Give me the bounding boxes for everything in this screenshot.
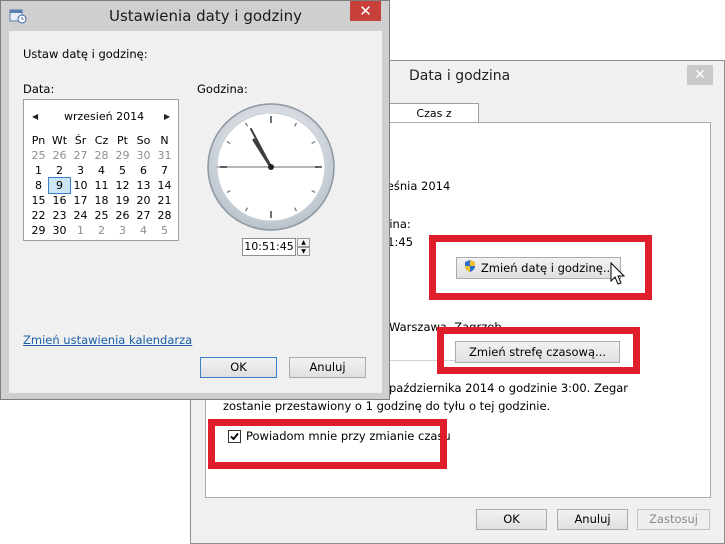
calendar: ◀ wrzesień 2014 ▶ Pn Wt Śr Cz Pt So N 25 26 27 28…: [23, 99, 179, 241]
highlight-notify: [208, 419, 447, 469]
calendar-day[interactable]: 1: [70, 223, 91, 238]
calendar-day[interactable]: 10: [70, 178, 91, 193]
time-input[interactable]: 10:51:45: [242, 238, 296, 256]
cancel-button[interactable]: Anuluj: [557, 509, 628, 530]
calendar-day[interactable]: 2: [49, 163, 70, 178]
weekday-label: Wt: [51, 134, 68, 147]
calendar-week-row: 8 9 10 11 12 13 14: [28, 177, 175, 194]
change-calendar-settings-link[interactable]: Zmień ustawienia kalendarza: [23, 333, 192, 347]
close-button[interactable]: ✕: [687, 65, 713, 85]
mouse-cursor-icon: [610, 262, 626, 285]
weekday-label: Śr: [74, 134, 87, 147]
calendar-day[interactable]: 26: [49, 148, 70, 163]
calendar-day[interactable]: 30: [49, 223, 70, 238]
calendar-next-button[interactable]: ▶: [164, 112, 170, 121]
time-label: Godzina:: [197, 82, 248, 96]
calendar-day[interactable]: 3: [112, 223, 133, 238]
calendar-day[interactable]: 27: [70, 148, 91, 163]
calendar-week-row: 15 16 17 18 19 20 21: [28, 193, 175, 208]
cancel-button[interactable]: Anuluj: [289, 357, 366, 378]
dialog-body: Ustaw datę i godzinę: Data: Godzina: ◀ w…: [9, 31, 382, 393]
weekday-label: Cz: [94, 134, 109, 147]
calendar-day[interactable]: 5: [154, 223, 175, 238]
highlight-change-timezone: [437, 327, 640, 374]
weekday-label: Pn: [31, 134, 46, 147]
calendar-day[interactable]: 24: [70, 208, 91, 223]
close-button[interactable]: ✕: [350, 1, 381, 21]
analog-clock: [207, 103, 335, 231]
calendar-day[interactable]: 29: [112, 148, 133, 163]
calendar-day[interactable]: 6: [133, 163, 154, 178]
ok-button[interactable]: OK: [200, 357, 277, 378]
calendar-day[interactable]: 22: [28, 208, 49, 223]
calendar-day[interactable]: 8: [28, 178, 49, 193]
apply-button[interactable]: Zastosuj: [637, 509, 710, 530]
calendar-day[interactable]: 25: [91, 208, 112, 223]
calendar-day[interactable]: 1: [28, 163, 49, 178]
instruction-text: Ustaw datę i godzinę:: [23, 47, 148, 61]
calendar-day[interactable]: 31: [154, 148, 175, 163]
calendar-day[interactable]: 17: [70, 193, 91, 208]
calendar-day[interactable]: 25: [28, 148, 49, 163]
calendar-day[interactable]: 28: [91, 148, 112, 163]
calendar-weekday-header: Pn Wt Śr Cz Pt So N: [28, 133, 175, 148]
calendar-day[interactable]: 30: [133, 148, 154, 163]
calendar-day[interactable]: 18: [91, 193, 112, 208]
dst-info-line2: zostanie przestawiony o 1 godzinę do tył…: [223, 399, 551, 413]
calendar-week-row: 25 26 27 28 29 30 31: [28, 148, 175, 163]
calendar-day[interactable]: 29: [28, 223, 49, 238]
calendar-week-row: 1234567: [28, 163, 175, 178]
calendar-week-row: 22 23 24 25 26 27 28: [28, 208, 175, 223]
ok-button[interactable]: OK: [476, 509, 547, 530]
calendar-day[interactable]: 3: [70, 163, 91, 178]
calendar-day[interactable]: 5: [112, 163, 133, 178]
calendar-day[interactable]: 27: [133, 208, 154, 223]
date-label: Data:: [23, 82, 55, 96]
calendar-day[interactable]: 9: [48, 177, 71, 194]
calendar-day[interactable]: 23: [49, 208, 70, 223]
calendar-day[interactable]: 26: [112, 208, 133, 223]
calendar-day[interactable]: 20: [133, 193, 154, 208]
calendar-day[interactable]: 2: [91, 223, 112, 238]
time-down-arrow-icon[interactable]: ▼: [297, 247, 310, 256]
time-up-arrow-icon[interactable]: ▲: [297, 238, 310, 247]
calendar-day[interactable]: 4: [91, 163, 112, 178]
dst-info-line1: października 2014 o godzinie 3:00. Zegar: [389, 381, 629, 395]
calendar-day[interactable]: 7: [154, 163, 175, 178]
calendar-day[interactable]: 4: [133, 223, 154, 238]
calendar-day[interactable]: 16: [49, 193, 70, 208]
weekday-label: So: [136, 134, 151, 147]
calendar-day[interactable]: 14: [154, 178, 175, 193]
calendar-prev-button[interactable]: ◀: [32, 112, 38, 121]
calendar-day[interactable]: 19: [112, 193, 133, 208]
tab-internet-time[interactable]: Czas z Internetu: [389, 103, 479, 139]
window-title: Ustawienia daty i godziny: [109, 7, 302, 25]
calendar-day[interactable]: 11: [91, 178, 112, 193]
calendar-month-title[interactable]: wrzesień 2014: [64, 110, 144, 123]
calendar-day[interactable]: 28: [154, 208, 175, 223]
calendar-days: 25 26 27 28 29 30 31 1 2 3 4 5 6 7 8 9 10 11 12 13 14 15 16 17 1…: [28, 148, 175, 238]
weekday-label: Pt: [117, 134, 128, 147]
calendar-day[interactable]: 13: [133, 178, 154, 193]
calendar-day[interactable]: 15: [28, 193, 49, 208]
weekday-label: N: [160, 134, 169, 147]
calendar-week-row: 29 30 1 2 3 4 5: [28, 223, 175, 238]
date-time-app-icon: [9, 9, 27, 24]
calendar-day[interactable]: 21: [154, 193, 175, 208]
ustawienia-daty-window: Ustawienia daty i godziny ✕ Ustaw datę i…: [0, 0, 390, 400]
calendar-day[interactable]: 12: [112, 178, 133, 193]
window-title: Data i godzina: [409, 68, 511, 84]
